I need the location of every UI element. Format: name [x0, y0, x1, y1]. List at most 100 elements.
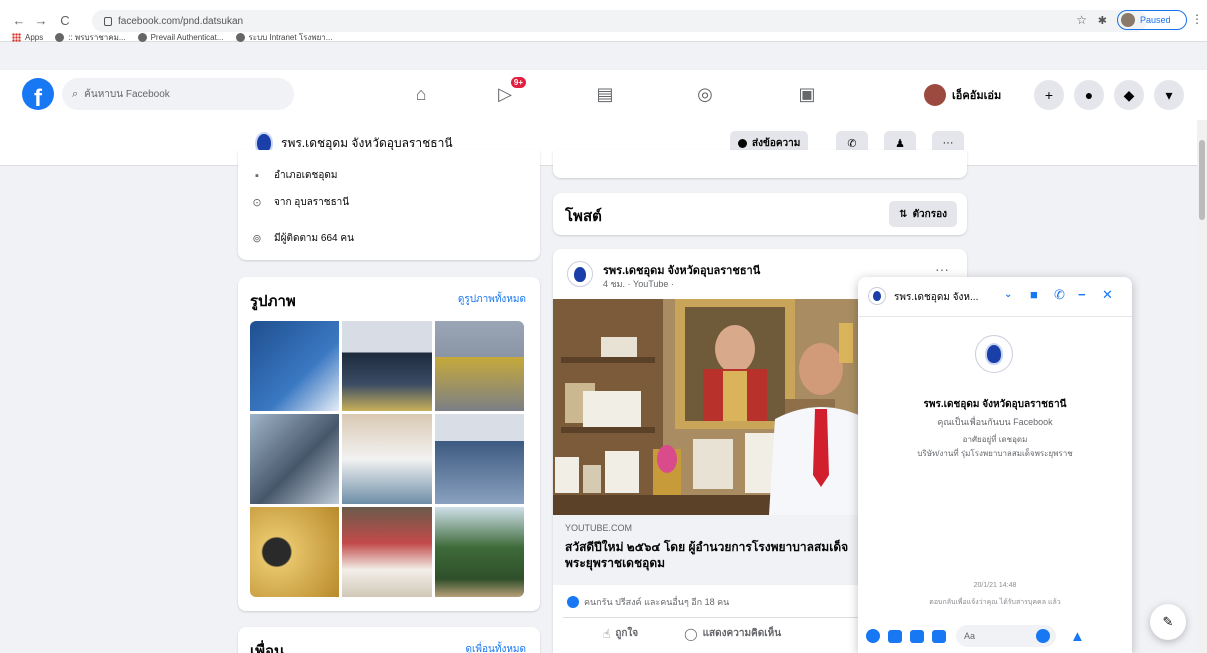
messenger-button[interactable]: ●	[1074, 80, 1104, 110]
page-logo	[873, 291, 881, 301]
video-call-icon[interactable]: ■	[1030, 287, 1038, 302]
post-meta: 4 ชม. · YouTube ·	[603, 279, 674, 289]
intro-item: ▪ อำเภอเดชอุดม	[250, 168, 337, 183]
profile-chip[interactable]: เอ็คอัมเอ่ม	[924, 82, 1001, 108]
emoji-icon[interactable]	[1036, 629, 1050, 643]
bookmark-apps[interactable]: Apps	[12, 32, 43, 42]
intro-item: ⊙ จาก อุบลราชธานี	[250, 195, 349, 210]
thumbs-up-icon: ☝	[603, 626, 611, 641]
bookmark-star-icon[interactable]: ☆	[1076, 13, 1087, 27]
filter-icon: ⇅	[899, 208, 908, 220]
photo-thumbnail[interactable]	[342, 507, 432, 597]
photo-thumbnail[interactable]	[434, 507, 524, 597]
globe-icon	[235, 32, 245, 42]
send-message-label: ส่งข้อความ	[752, 137, 801, 149]
sticker-icon[interactable]	[910, 629, 924, 643]
see-all-photos-link[interactable]: ดูรูปภาพทั้งหมด	[458, 292, 526, 307]
about-card-bottom	[553, 150, 967, 178]
gif-icon[interactable]	[932, 629, 946, 643]
photo-thumbnail[interactable]	[250, 414, 340, 504]
create-button[interactable]: +	[1034, 80, 1064, 110]
chat-composer: Aa ▲	[858, 619, 1132, 653]
chat-profile-name: รพร.เดชอุดม จังหวัดอุบลราชธานี	[923, 399, 1067, 410]
forward-icon[interactable]: →	[32, 11, 50, 29]
account-menu-button[interactable]: ▾	[1154, 80, 1184, 110]
bookmark-item[interactable]: Prevail Authenticat...	[137, 32, 224, 42]
compose-icon: ✎	[1162, 614, 1174, 629]
followers-icon: ⊚	[252, 233, 262, 245]
profile-button[interactable]: Paused	[1117, 10, 1187, 30]
page-scrollbar[interactable]	[1197, 120, 1207, 653]
avatar[interactable]	[868, 287, 886, 305]
reload-icon[interactable]: C	[56, 11, 74, 29]
chat-header: รพร.เดชอุดม จังห... ⌄ ■ ✆ − ✕	[858, 277, 1132, 317]
avatar	[924, 84, 946, 106]
filter-button[interactable]: ⇅ ตัวกรอง	[889, 201, 957, 227]
photo-thumbnail[interactable]	[434, 321, 524, 411]
comment-button[interactable]: ◯ แสดงความคิดเห็น	[684, 626, 781, 641]
search-input[interactable]: ⌕ ค้นหาบน Facebook	[62, 78, 294, 110]
message-input[interactable]: Aa	[956, 625, 1056, 647]
marketplace-tab-icon[interactable]: ▤	[590, 80, 620, 108]
filter-label: ตัวกรอง	[912, 208, 947, 220]
facebook-logo[interactable]: f	[22, 78, 54, 110]
home-tab-icon[interactable]: ⌂	[406, 80, 436, 108]
reaction-summary[interactable]: คนกรัน ปรีสงค์ และคนอื่นๆ อีก 18 คน	[567, 595, 729, 609]
phone-icon[interactable]: ✆	[1054, 287, 1065, 303]
phone-icon: ✆	[847, 137, 857, 150]
chevron-down-icon[interactable]: ⌄	[1004, 289, 1012, 300]
groups-tab-icon[interactable]: ◎	[690, 80, 720, 108]
intro-card: ▪ อำเภอเดชอุดม ⊙ จาก อุบลราชธานี ⊚ มีผู้…	[238, 150, 540, 260]
like-button[interactable]: ☝ ถูกใจ	[603, 626, 638, 641]
url-text: facebook.com/pnd.datsukan	[118, 15, 244, 27]
close-icon[interactable]: ✕	[1102, 287, 1113, 303]
photo-thumbnail[interactable]	[434, 414, 524, 504]
posts-header-card: โพสต์ ⇅ ตัวกรอง	[553, 193, 967, 235]
bookmark-item[interactable]: ระบบ Intranet โรงพยา...	[235, 31, 332, 44]
see-all-friends-link[interactable]: ดูเพื่อนทั้งหมด	[466, 642, 527, 653]
page-logo	[574, 266, 586, 282]
globe-icon	[55, 32, 65, 42]
globe-icon	[137, 32, 147, 42]
photos-card: รูปภาพ ดูรูปภาพทั้งหมด	[238, 277, 540, 611]
avatar	[975, 335, 1013, 373]
plus-circle-icon[interactable]	[866, 629, 880, 643]
friends-card: เพื่อน ดูเพื่อนทั้งหมด	[238, 627, 540, 653]
browser-chrome: ← → C facebook.com/pnd.datsukan ☆ ✱ Paus…	[0, 0, 1207, 42]
avatar	[1121, 13, 1135, 27]
chat-timestamp: 20/1/21 14:48	[973, 582, 1017, 589]
photo-thumbnail[interactable]	[250, 507, 340, 597]
image-icon[interactable]	[888, 629, 902, 643]
search-placeholder: ค้นหาบน Facebook	[84, 88, 170, 100]
notifications-button[interactable]: ◆	[1114, 80, 1144, 110]
messenger-icon: ●	[1084, 87, 1094, 103]
messenger-chat-window: รพร.เดชอุดม จังห... ⌄ ■ ✆ − ✕ รพร.เดชอุด…	[858, 277, 1132, 653]
photo-thumbnail[interactable]	[250, 321, 340, 411]
posts-title: โพสต์	[565, 208, 602, 225]
browser-menu-icon[interactable]: ⋮	[1191, 12, 1203, 26]
back-icon[interactable]: ←	[10, 11, 28, 29]
bell-icon: ◆	[1123, 86, 1135, 103]
search-icon: ⌕	[72, 87, 79, 100]
chat-footer-note: ตอบกลับเพื่อแจ้งว่าคุณ ได้รับสารบุคคล แล…	[929, 599, 1061, 606]
chat-contact-name[interactable]: รพร.เดชอุดม จังห...	[894, 290, 978, 305]
chevron-down-icon: ▾	[1165, 86, 1173, 103]
scrollbar-thumb[interactable]	[1199, 140, 1205, 220]
apps-grid-icon	[12, 32, 21, 42]
new-message-button[interactable]: ✎	[1150, 604, 1186, 640]
thumbs-up-icon[interactable]: ▲	[1070, 628, 1085, 645]
gaming-tab-icon[interactable]: ▣	[792, 80, 822, 108]
photo-thumbnail[interactable]	[342, 321, 432, 411]
more-dots-icon: ···	[942, 137, 954, 149]
link-domain: YOUTUBE.COM	[565, 523, 633, 533]
avatar[interactable]	[567, 261, 593, 287]
photo-thumbnail[interactable]	[342, 414, 432, 504]
extensions-icon[interactable]: ✱	[1098, 14, 1107, 27]
photos-title: รูปภาพ	[250, 293, 296, 310]
bookmark-item[interactable]: :: พรบราชาคม...	[55, 31, 126, 44]
watch-tab-icon[interactable]: ▷ 9+	[490, 77, 526, 108]
more-dots-icon[interactable]: ···	[935, 261, 949, 277]
link-title: สวัสดีปีใหม่ ๒๕๖๔ โดย ผู้อำนวยการโรงพยาบ…	[565, 540, 849, 570]
address-bar[interactable]: facebook.com/pnd.datsukan	[92, 10, 1147, 32]
minimize-icon[interactable]: −	[1078, 287, 1086, 302]
